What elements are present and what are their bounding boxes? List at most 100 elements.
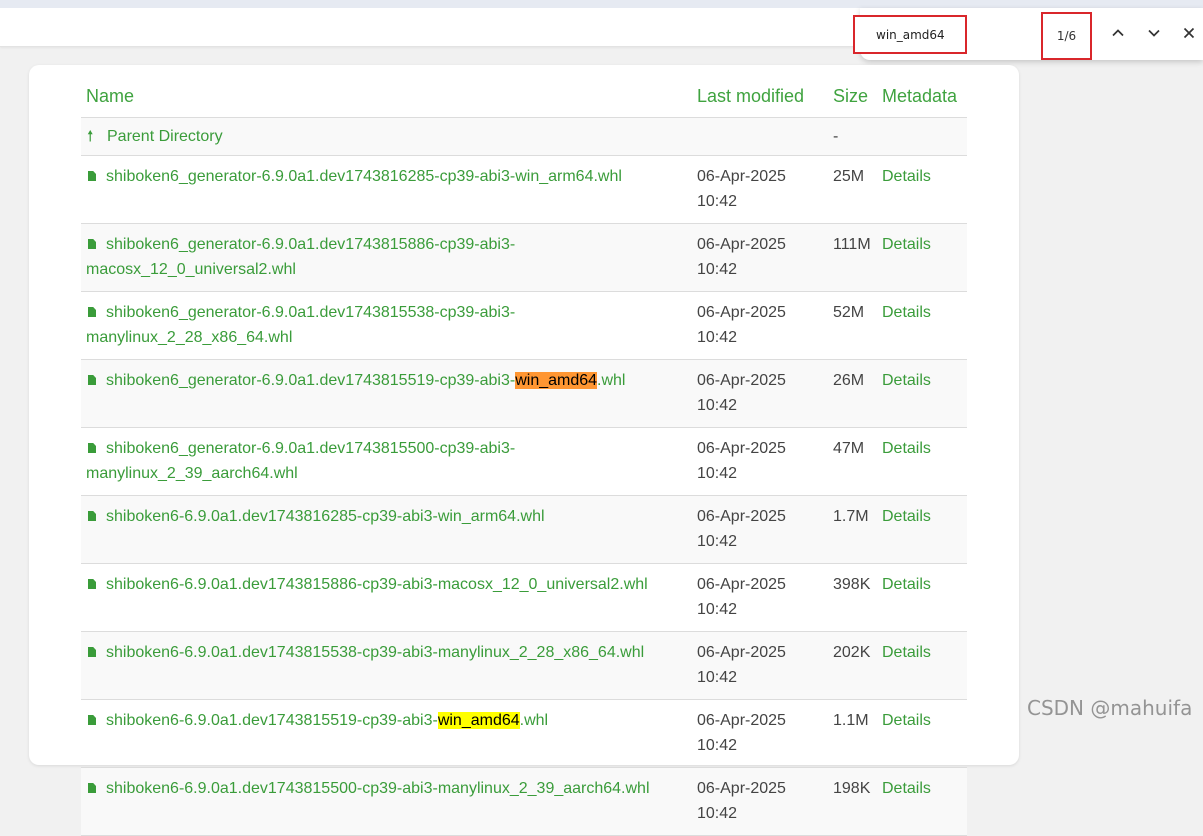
details-link[interactable]: Details (882, 440, 931, 457)
details-link[interactable]: Details (882, 372, 931, 389)
file-icon (88, 239, 96, 249)
modified-cell: 06-Apr-2025 10:42 (692, 223, 828, 292)
modified-time: 10:42 (697, 737, 738, 754)
table-row: shiboken6-6.9.0a1.dev1743815519-cp39-abi… (81, 699, 967, 768)
watermark: CSDN @mahuifa (1027, 696, 1193, 720)
file-name-text: shiboken6-6.9.0a1.dev1743815886-cp39-abi… (106, 576, 648, 593)
file-link[interactable]: shiboken6-6.9.0a1.dev1743815886-cp39-abi… (86, 576, 648, 593)
table-row: shiboken6-6.9.0a1.dev1743815538-cp39-abi… (81, 631, 967, 700)
table-header-row: Name Last modified Size Metadata (81, 78, 967, 118)
modified-cell: 06-Apr-2025 10:42 (692, 495, 828, 564)
metadata-cell: Details (877, 563, 967, 632)
find-count-label: 1/6 (1056, 29, 1077, 43)
table-row: shiboken6_generator-6.9.0a1.dev174381628… (81, 155, 967, 224)
modified-date: 06-Apr-2025 (697, 576, 786, 593)
modified-cell: 06-Apr-2025 10:42 (692, 699, 828, 768)
column-header-modified-label: Last modified (697, 86, 805, 106)
column-header-size[interactable]: Size (828, 78, 877, 118)
parent-directory-row: 🠕 Parent Directory - (81, 117, 967, 156)
file-link[interactable]: shiboken6_generator-6.9.0a1.dev174381628… (86, 168, 622, 185)
file-name-text: shiboken6-6.9.0a1.dev1743815500-cp39-abi… (106, 780, 650, 797)
details-link[interactable]: Details (882, 304, 931, 321)
find-match-highlight: win_amd64 (515, 372, 598, 389)
table-row: shiboken6-6.9.0a1.dev1743816285-cp39-abi… (81, 495, 967, 564)
file-icon (88, 443, 96, 453)
size-cell: 111M (828, 223, 877, 292)
modified-time: 10:42 (697, 465, 738, 482)
file-name-cell: shiboken6-6.9.0a1.dev1743815538-cp39-abi… (81, 631, 692, 700)
file-link[interactable]: shiboken6_generator-6.9.0a1.dev174381550… (86, 440, 515, 482)
parent-directory-link[interactable]: 🠕 Parent Directory (86, 128, 223, 145)
file-name-text: shiboken6_generator-6.9.0a1.dev174381628… (106, 168, 622, 185)
metadata-cell: Details (877, 631, 967, 700)
modified-date: 06-Apr-2025 (697, 236, 786, 253)
details-link[interactable]: Details (882, 168, 931, 185)
file-link[interactable]: shiboken6-6.9.0a1.dev1743816285-cp39-abi… (86, 508, 545, 525)
file-name-cell: shiboken6_generator-6.9.0a1.dev174381551… (81, 359, 692, 428)
table-row: shiboken6_generator-6.9.0a1.dev174381551… (81, 359, 967, 428)
modified-date: 06-Apr-2025 (697, 644, 786, 661)
metadata-cell: Details (877, 155, 967, 224)
modified-time: 10:42 (697, 669, 738, 686)
file-name-cell: shiboken6_generator-6.9.0a1.dev174381628… (81, 155, 692, 224)
file-link[interactable]: shiboken6-6.9.0a1.dev1743815500-cp39-abi… (86, 780, 650, 797)
size-cell: 47M (828, 427, 877, 496)
details-link[interactable]: Details (882, 508, 931, 525)
file-name-text: shiboken6_generator-6.9.0a1.dev174381550… (86, 440, 516, 482)
details-link[interactable]: Details (882, 780, 931, 797)
column-header-name-label: Name (86, 86, 135, 106)
metadata-cell: Details (877, 495, 967, 564)
size-cell: 26M (828, 359, 877, 428)
details-link[interactable]: Details (882, 712, 931, 729)
metadata-cell: Details (877, 767, 967, 836)
find-close-button[interactable] (1177, 20, 1201, 46)
modified-cell: 06-Apr-2025 10:42 (692, 359, 828, 428)
column-header-metadata-label: Metadata (882, 86, 958, 106)
file-link[interactable]: shiboken6-6.9.0a1.dev1743815519-cp39-abi… (86, 712, 548, 729)
find-match-highlight: win_amd64 (437, 712, 520, 729)
table-row: shiboken6-6.9.0a1.dev1743815886-cp39-abi… (81, 563, 967, 632)
file-link[interactable]: shiboken6-6.9.0a1.dev1743815538-cp39-abi… (86, 644, 644, 661)
parent-directory-cell: 🠕 Parent Directory (81, 117, 692, 156)
file-icon (88, 375, 96, 385)
modified-cell: 06-Apr-2025 10:42 (692, 563, 828, 632)
file-name-cell: shiboken6_generator-6.9.0a1.dev174381550… (81, 427, 692, 496)
modified-time: 10:42 (697, 261, 738, 278)
find-previous-button[interactable] (1106, 20, 1130, 46)
file-name-text: shiboken6-6.9.0a1.dev1743815519-cp39-abi… (106, 712, 438, 729)
modified-date: 06-Apr-2025 (697, 372, 786, 389)
file-icon (88, 647, 96, 657)
find-next-button[interactable] (1142, 20, 1166, 46)
modified-cell: 06-Apr-2025 10:42 (692, 155, 828, 224)
modified-date: 06-Apr-2025 (697, 168, 786, 185)
file-name-text: shiboken6-6.9.0a1.dev1743816285-cp39-abi… (106, 508, 545, 525)
file-link[interactable]: shiboken6_generator-6.9.0a1.dev174381588… (86, 236, 515, 278)
column-header-modified[interactable]: Last modified (692, 78, 828, 118)
metadata-cell: Details (877, 291, 967, 360)
file-link[interactable]: shiboken6_generator-6.9.0a1.dev174381553… (86, 304, 515, 346)
details-link[interactable]: Details (882, 644, 931, 661)
modified-time: 10:42 (697, 601, 738, 618)
size-cell: 198K (828, 767, 877, 836)
file-icon (88, 171, 96, 181)
metadata-cell: Details (877, 223, 967, 292)
column-header-metadata[interactable]: Metadata (877, 78, 967, 118)
details-link[interactable]: Details (882, 236, 931, 253)
file-icon (88, 511, 96, 521)
table-row: shiboken6-6.9.0a1.dev1743815500-cp39-abi… (81, 767, 967, 836)
modified-date: 06-Apr-2025 (697, 304, 786, 321)
find-input[interactable] (853, 15, 967, 54)
file-icon (88, 783, 96, 793)
file-icon (88, 715, 96, 725)
modified-time: 10:42 (697, 533, 738, 550)
column-header-size-label: Size (833, 86, 869, 106)
file-name-text: shiboken6_generator-6.9.0a1.dev174381551… (106, 372, 516, 389)
table-row: shiboken6_generator-6.9.0a1.dev174381553… (81, 291, 967, 360)
details-link[interactable]: Details (882, 576, 931, 593)
modified-date: 06-Apr-2025 (697, 508, 786, 525)
file-name-text: shiboken6_generator-6.9.0a1.dev174381553… (86, 304, 516, 346)
file-link[interactable]: shiboken6_generator-6.9.0a1.dev174381551… (86, 372, 625, 389)
find-match-count: 1/6 (1041, 12, 1092, 60)
column-header-name[interactable]: Name (81, 78, 692, 118)
file-name-cell: shiboken6-6.9.0a1.dev1743815886-cp39-abi… (81, 563, 692, 632)
